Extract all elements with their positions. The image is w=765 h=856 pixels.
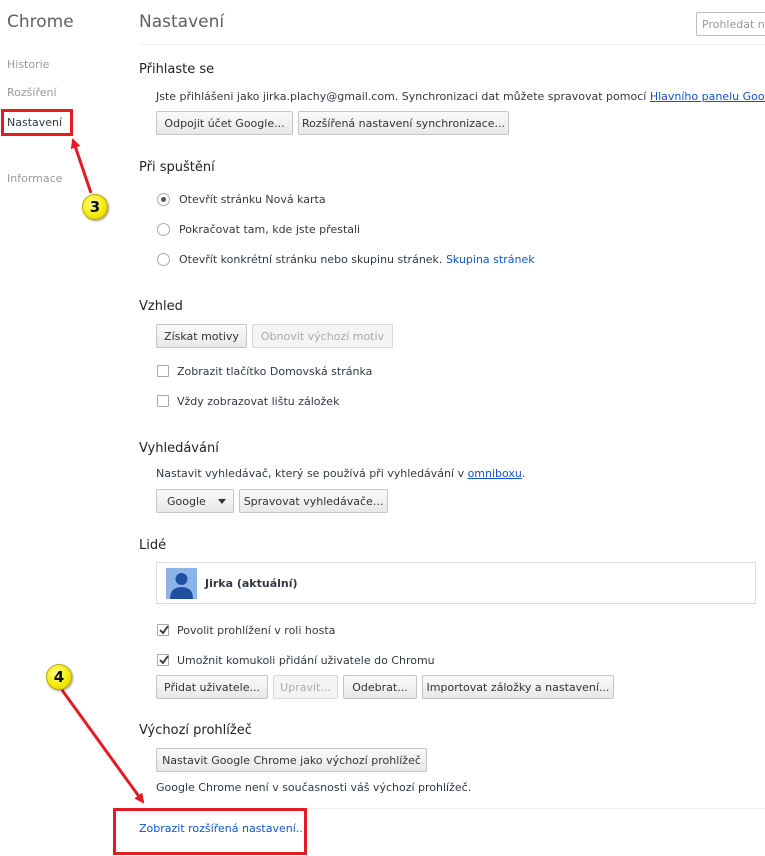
annotation-arrows	[60, 138, 145, 804]
annotation-badge-3: 3	[82, 194, 108, 220]
arrow-4	[60, 689, 145, 804]
annotation-badge-4: 4	[46, 664, 72, 690]
arrow-3	[70, 138, 93, 194]
